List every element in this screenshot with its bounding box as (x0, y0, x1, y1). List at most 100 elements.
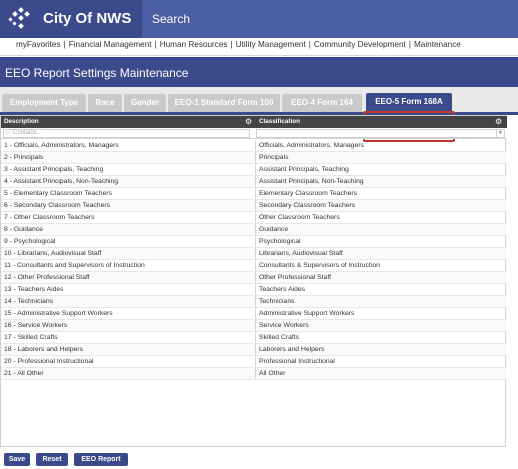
table-row[interactable]: 20 - Professional Instructional Professio… (1, 356, 507, 368)
table-row[interactable]: 17 - Skilled Crafts Skilled Crafts (1, 332, 507, 344)
description-cell[interactable]: 16 - Service Workers (1, 320, 255, 332)
classification-cell[interactable]: Assistant Principals, Non-Teaching (256, 176, 505, 188)
classification-cell[interactable]: Secondary Classroom Teachers (256, 200, 505, 212)
table-row[interactable]: 15 - Administrative Support Workers Admin… (1, 308, 507, 320)
app-title[interactable]: City Of NWS (43, 10, 131, 27)
classification-cell[interactable]: Professional Instructional (256, 356, 505, 368)
grid-header: Description ⚙ Classification ⚙ (1, 116, 507, 128)
table-row[interactable]: 7 - Other Classroom Teachers Other Classr… (1, 212, 507, 224)
classification-cell[interactable]: Teachers Aides (256, 284, 505, 296)
table-row[interactable]: 1 - Officials, Administrators, Managers O… (1, 140, 507, 152)
description-cell[interactable]: 18 - Laborers and Helpers (1, 344, 255, 356)
classification-filter-select[interactable]: ▼ (256, 129, 505, 138)
action-bar: Save Reset EEO Report (0, 450, 518, 469)
classification-cell[interactable]: Skilled Crafts (256, 332, 505, 344)
classification-cell[interactable]: Consultants & Supervisors of Instruction (256, 260, 505, 272)
table-row[interactable]: 18 - Laborers and Helpers Laborers and He… (1, 344, 507, 356)
description-filter-input[interactable]: ▽ Contains... (3, 129, 250, 138)
description-cell[interactable]: 2 - Principals (1, 152, 255, 164)
column-header-classification[interactable]: Classification (256, 116, 505, 128)
classification-cell[interactable]: Assistant Principals, Teaching (256, 164, 505, 176)
module-nav: myFavorites | Financial Management | Human R… (0, 38, 518, 56)
gear-icon[interactable]: ⚙ (495, 118, 503, 126)
chevron-down-icon[interactable]: ▼ (496, 130, 504, 137)
page-title: EEO Report Settings Maintenance (5, 66, 189, 80)
classification-cell[interactable]: Guidance (256, 224, 505, 236)
table-row[interactable]: 8 - Guidance Guidance (1, 224, 507, 236)
description-cell[interactable]: 20 - Professional Instructional (1, 356, 255, 368)
classification-cell[interactable]: Officials, Administrators, Managers (256, 140, 505, 152)
description-cell[interactable]: 10 - Librarians, Audiovisual Staff (1, 248, 255, 260)
classification-cell[interactable]: Laborers and Helpers (256, 344, 505, 356)
description-cell[interactable]: 5 - Elementary Classroom Teachers (1, 188, 255, 200)
description-cell[interactable]: 1 - Officials, Administrators, Managers (1, 140, 255, 152)
nav-item-utility-management[interactable]: Utility Management (236, 40, 306, 49)
table-row[interactable]: 3 - Assistant Principals, Teaching Assist… (1, 164, 507, 176)
description-cell[interactable]: 7 - Other Classroom Teachers (1, 212, 255, 224)
table-row[interactable]: 21 - All Other All Other (1, 368, 507, 380)
table-row[interactable]: 16 - Service Workers Service Workers (1, 320, 507, 332)
tab-eeo-1-standard-form-100[interactable]: EEO-1 Standard Form 100 (168, 94, 280, 112)
classification-cell[interactable]: Librarians, Audiovisual Staff (256, 248, 505, 260)
nav-separator: | (408, 40, 411, 49)
tab-eeo-4-form-164[interactable]: EEO-4 Form 164 (282, 94, 362, 112)
column-header-description[interactable]: Description (1, 116, 255, 128)
reset-button[interactable]: Reset (36, 453, 68, 466)
tab-race[interactable]: Race (88, 94, 122, 112)
save-button[interactable]: Save (4, 453, 30, 466)
nav-separator: | (230, 40, 233, 49)
classification-cell[interactable]: Elementary Classroom Teachers (256, 188, 505, 200)
description-cell[interactable]: 15 - Administrative Support Workers (1, 308, 255, 320)
classification-cell[interactable]: Principals (256, 152, 505, 164)
description-cell[interactable]: 11 - Consultants and Supervisors of Inst… (1, 260, 255, 272)
table-row[interactable]: 5 - Elementary Classroom Teachers Element… (1, 188, 507, 200)
classification-cell[interactable]: Service Workers (256, 320, 505, 332)
description-cell[interactable]: 8 - Guidance (1, 224, 255, 236)
nav-separator: | (63, 40, 66, 49)
table-row[interactable]: 10 - Librarians, Audiovisual Staff Librar… (1, 248, 507, 260)
description-cell[interactable]: 17 - Skilled Crafts (1, 332, 255, 344)
nav-item-financial-management[interactable]: Financial Management (69, 40, 152, 49)
classification-cell[interactable]: Technicians (256, 296, 505, 308)
gear-icon[interactable]: ⚙ (245, 118, 253, 126)
description-cell[interactable]: 21 - All Other (1, 368, 255, 380)
nav-item-maintenance[interactable]: Maintenance (414, 40, 461, 49)
classification-grid: Description ⚙ Classification ⚙ ▽ Contain… (0, 115, 507, 447)
tab-eeo-5-form-168a[interactable]: EEO-5 Form 168A (366, 93, 452, 112)
description-cell[interactable]: 9 - Psychological (1, 236, 255, 248)
filter-row: ▽ Contains... ▼ (1, 128, 507, 139)
description-cell[interactable]: 12 - Other Professional Staff (1, 272, 255, 284)
eeo-report-button[interactable]: EEO Report (74, 453, 128, 466)
nav-item-community-development[interactable]: Community Development (314, 40, 406, 49)
table-row[interactable]: 12 - Other Professional Staff Other Profe… (1, 272, 507, 284)
table-row[interactable]: 13 - Teachers Aides Teachers Aides (1, 284, 507, 296)
table-row[interactable]: 6 - Secondary Classroom Teachers Secondar… (1, 200, 507, 212)
nav-separator: | (154, 40, 157, 49)
table-row[interactable]: 14 - Technicians Technicians (1, 296, 507, 308)
filter-placeholder: Contains... (13, 130, 42, 136)
description-cell[interactable]: 14 - Technicians (1, 296, 255, 308)
tab-gender[interactable]: Gender (124, 94, 166, 112)
grid-rows: 1 - Officials, Administrators, Managers O… (1, 140, 507, 380)
classification-cell[interactable]: Other Professional Staff (256, 272, 505, 284)
nav-item-human-resources[interactable]: Human Resources (160, 40, 228, 49)
classification-cell[interactable]: Other Classroom Teachers (256, 212, 505, 224)
nav-separator: | (308, 40, 311, 49)
description-cell[interactable]: 3 - Assistant Principals, Teaching (1, 164, 255, 176)
table-row[interactable]: 2 - Principals Principals (1, 152, 507, 164)
description-cell[interactable]: 4 - Assistant Principals, Non-Teaching (1, 176, 255, 188)
city-logo-icon[interactable] (8, 7, 34, 31)
search-input[interactable] (152, 10, 512, 28)
classification-cell[interactable]: Administrative Support Workers (256, 308, 505, 320)
classification-cell[interactable]: All Other (256, 368, 505, 380)
filter-icon: ▽ (5, 131, 9, 137)
table-row[interactable]: 9 - Psychological Psychological (1, 236, 507, 248)
tab-employment-type[interactable]: Employment Type (2, 94, 86, 112)
classification-cell[interactable]: Psychological (256, 236, 505, 248)
nav-item-myfavorites[interactable]: myFavorites (16, 40, 61, 49)
table-row[interactable]: 11 - Consultants and Supervisors of Inst… (1, 260, 507, 272)
description-cell[interactable]: 6 - Secondary Classroom Teachers (1, 200, 255, 212)
search-box[interactable] (142, 0, 518, 38)
description-cell[interactable]: 13 - Teachers Aides (1, 284, 255, 296)
table-row[interactable]: 4 - Assistant Principals, Non-Teaching As… (1, 176, 507, 188)
